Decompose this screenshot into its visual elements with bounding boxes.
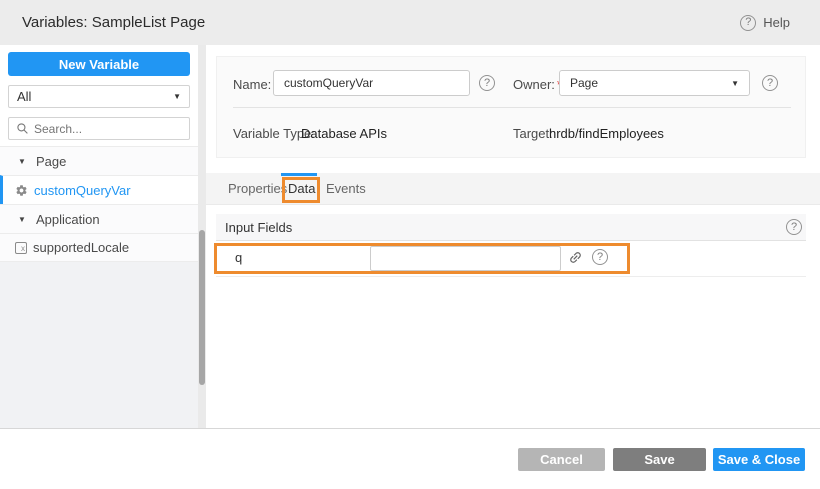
name-input[interactable] <box>273 70 470 96</box>
tree-item-supportedlocale[interactable]: x supportedLocale <box>0 233 200 262</box>
detail-tab-bar: Properties Data Events <box>206 173 820 205</box>
help-button[interactable]: ? Help <box>740 0 790 45</box>
question-icon: ? <box>740 15 756 31</box>
variables-tree: ▼ Page customQueryVar ▼ Application x su… <box>0 146 200 262</box>
service-variable-gear-icon <box>15 184 28 197</box>
chevron-down-icon: ▼ <box>731 79 739 88</box>
tab-data[interactable]: Data <box>288 173 315 205</box>
collapse-triangle-icon: ▼ <box>18 215 28 224</box>
tree-group-label: Page <box>36 154 66 169</box>
tree-group-page[interactable]: ▼ Page <box>0 146 200 175</box>
tree-item-label: supportedLocale <box>33 240 129 255</box>
tree-item-label: customQueryVar <box>34 183 131 198</box>
field-label-q: q <box>235 241 242 274</box>
name-label: Name:* <box>233 77 278 92</box>
filter-selected-value: All <box>17 89 31 104</box>
owner-select[interactable]: Page ▼ <box>559 70 750 96</box>
input-fields-title: Input Fields <box>225 214 292 241</box>
input-fields-help-icon[interactable]: ? <box>786 219 802 235</box>
input-field-row-q: q ? <box>216 241 806 277</box>
tree-group-application[interactable]: ▼ Application <box>0 204 200 233</box>
variables-dialog: Variables: SampleList Page ? Help New Va… <box>0 0 820 489</box>
page-title: Variables: SampleList Page <box>22 0 205 45</box>
chevron-down-icon: ▼ <box>173 92 181 101</box>
tree-group-label: Application <box>36 212 100 227</box>
variable-search[interactable] <box>8 117 190 140</box>
field-q-input[interactable] <box>370 246 561 271</box>
owner-label: Owner:* <box>513 77 562 92</box>
sidebar-background <box>0 262 200 428</box>
help-label: Help <box>763 15 790 30</box>
tab-events[interactable]: Events <box>326 173 366 205</box>
input-fields-header: Input Fields ? <box>216 214 806 241</box>
collapse-triangle-icon: ▼ <box>18 157 28 166</box>
search-input[interactable] <box>34 122 182 136</box>
bind-link-icon[interactable] <box>568 250 583 265</box>
tab-properties[interactable]: Properties <box>228 173 287 205</box>
variable-type-value: Database APIs <box>301 126 387 141</box>
variable-filter-select[interactable]: All ▼ <box>8 85 190 108</box>
save-and-close-button[interactable]: Save & Close <box>713 448 805 471</box>
new-variable-button[interactable]: New Variable <box>8 52 190 76</box>
variables-sidebar: New Variable All ▼ ▼ Page customQueryVar <box>0 45 200 428</box>
target-value: hrdb/findEmployees <box>549 126 664 141</box>
variable-detail-panel: Name:* ? Owner:* Page ▼ ? Variable Type:… <box>206 45 820 428</box>
cancel-button[interactable]: Cancel <box>518 448 605 471</box>
footer-divider <box>0 428 820 429</box>
sidebar-scrollbar-thumb[interactable] <box>199 230 205 385</box>
tree-item-customqueryvar[interactable]: customQueryVar <box>0 175 200 204</box>
variable-summary-form: Name:* ? Owner:* Page ▼ ? Variable Type:… <box>216 56 806 158</box>
search-icon <box>16 122 29 135</box>
name-help-icon[interactable]: ? <box>479 75 495 91</box>
owner-help-icon[interactable]: ? <box>762 75 778 91</box>
dialog-header: Variables: SampleList Page ? Help <box>0 0 820 45</box>
form-divider <box>233 107 791 108</box>
model-variable-icon: x <box>15 242 27 254</box>
owner-selected-value: Page <box>570 76 598 90</box>
field-q-help-icon[interactable]: ? <box>592 249 608 265</box>
target-label: Target: <box>513 126 553 141</box>
save-button[interactable]: Save <box>613 448 706 471</box>
